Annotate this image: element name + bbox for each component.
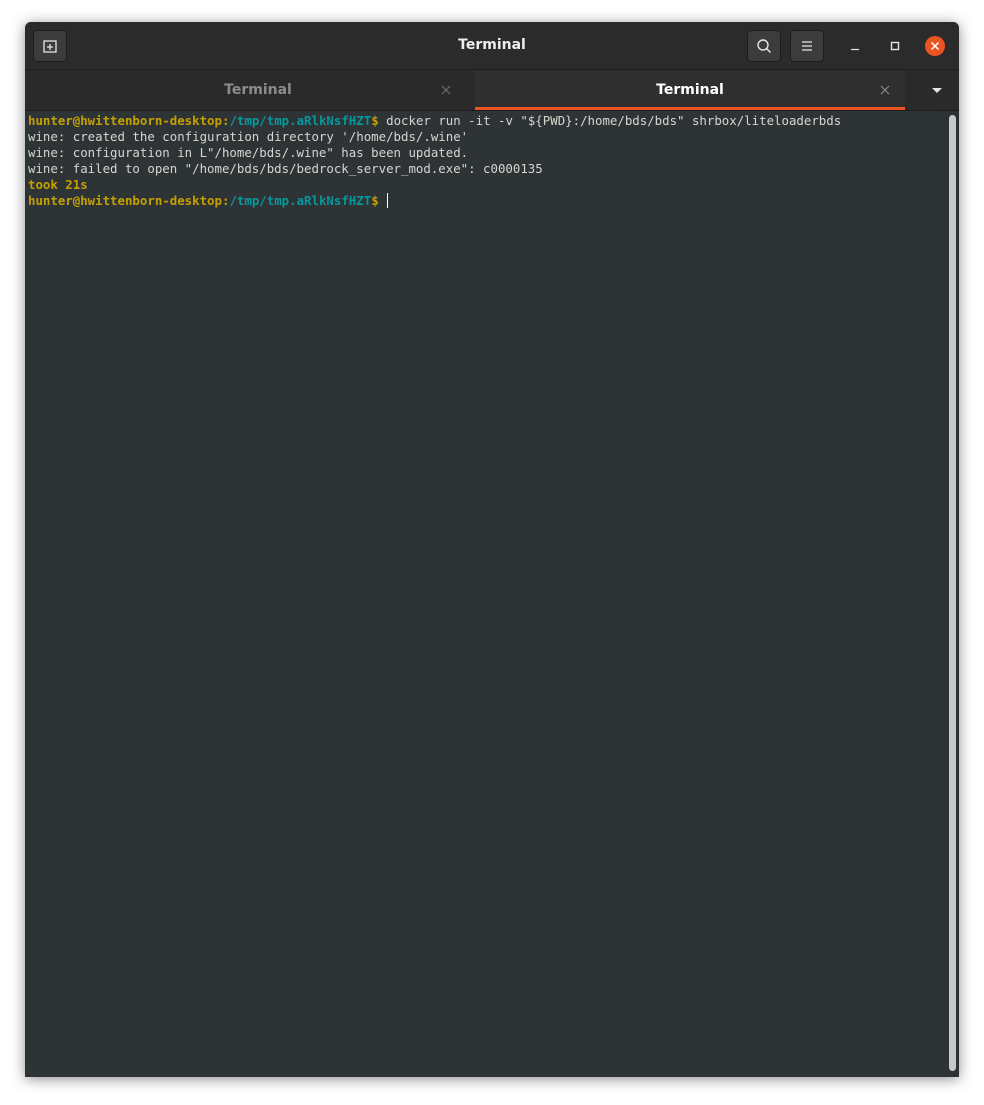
hamburger-menu-icon bbox=[802, 41, 812, 51]
menu-button[interactable] bbox=[790, 30, 824, 62]
tab-label: Terminal bbox=[656, 82, 724, 98]
search-button[interactable] bbox=[747, 30, 781, 62]
prompt-user-host: hunter@hwittenborn-desktop bbox=[28, 113, 222, 128]
tab-terminal-2[interactable]: Terminal bbox=[475, 70, 905, 110]
search-icon bbox=[757, 39, 772, 54]
terminal-scrollbar[interactable] bbox=[949, 115, 956, 1071]
command-text: docker run -it -v "${PWD}:/home/bds/bds"… bbox=[378, 113, 842, 128]
new-tab-button[interactable] bbox=[33, 30, 67, 62]
prompt-symbol: $ bbox=[371, 113, 379, 128]
prompt-symbol: $ bbox=[371, 193, 379, 208]
prompt-line: hunter@hwittenborn-desktop:/tmp/tmp.aRlk… bbox=[28, 193, 943, 209]
close-window-button[interactable] bbox=[923, 34, 947, 58]
minimize-button[interactable] bbox=[843, 34, 867, 58]
prompt-path: /tmp/tmp.aRlkNsfHZT bbox=[229, 113, 372, 128]
minimize-icon bbox=[851, 48, 859, 51]
tab-close-icon[interactable] bbox=[878, 83, 892, 97]
maximize-icon bbox=[890, 41, 900, 51]
header-bar: Terminal bbox=[25, 22, 959, 70]
output-line: wine: failed to open "/home/bds/bds/bedr… bbox=[28, 161, 543, 176]
tab-bar: Terminal Terminal bbox=[25, 70, 959, 111]
tab-list-dropdown[interactable] bbox=[925, 82, 949, 98]
terminal-output[interactable]: hunter@hwittenborn-desktop:/tmp/tmp.aRlk… bbox=[25, 111, 943, 1077]
new-tab-icon bbox=[43, 40, 57, 53]
command-input[interactable] bbox=[379, 193, 386, 208]
chevron-down-icon bbox=[932, 88, 942, 93]
close-icon bbox=[925, 36, 945, 56]
text-cursor bbox=[387, 193, 389, 208]
prompt-user-host: hunter@hwittenborn-desktop bbox=[28, 193, 222, 208]
tab-close-icon[interactable] bbox=[439, 83, 453, 97]
maximize-button[interactable] bbox=[883, 34, 907, 58]
tab-terminal-1[interactable]: Terminal bbox=[43, 70, 473, 110]
elapsed-time: took 21s bbox=[28, 177, 88, 192]
output-line: wine: configuration in L"/home/bds/.wine… bbox=[28, 145, 469, 160]
active-tab-indicator bbox=[475, 107, 905, 110]
prompt-path: /tmp/tmp.aRlkNsfHZT bbox=[229, 193, 372, 208]
prompt-line: hunter@hwittenborn-desktop:/tmp/tmp.aRlk… bbox=[28, 113, 943, 129]
tab-label: Terminal bbox=[224, 82, 292, 98]
terminal-window: Terminal Terminal Terminal hunter@hwitte… bbox=[25, 22, 959, 1077]
output-line: wine: created the configuration director… bbox=[28, 129, 469, 144]
